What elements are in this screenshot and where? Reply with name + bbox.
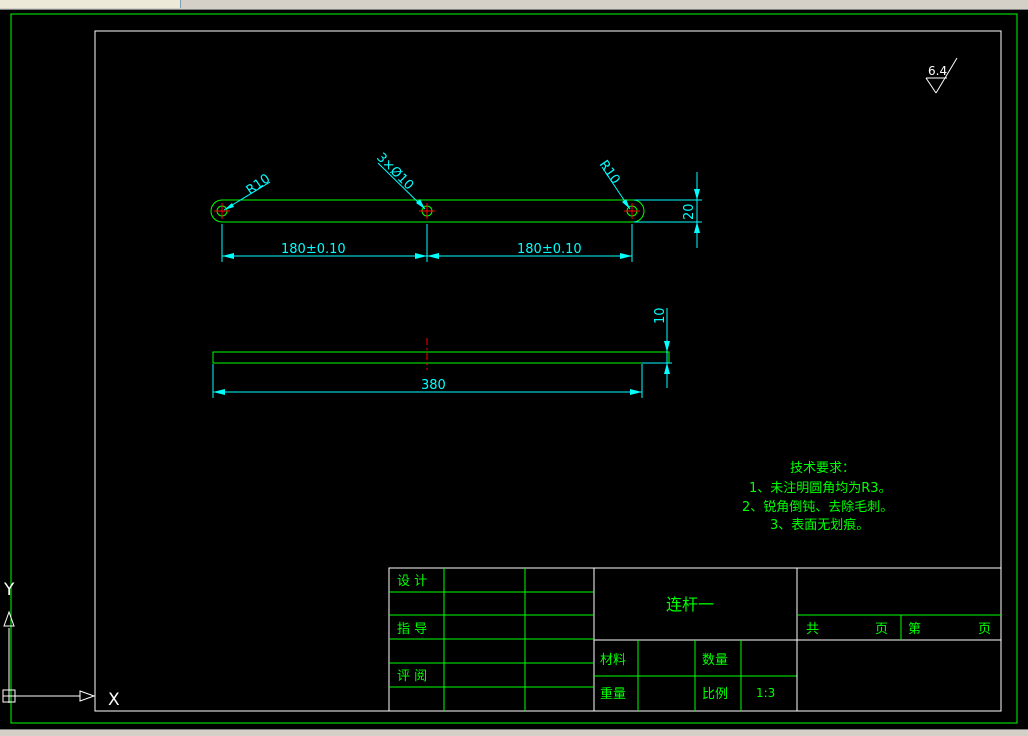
tech-line-1: 1、未注明圆角均为R3。 [749, 481, 892, 496]
label-quantity: 数量 [702, 653, 728, 668]
tech-title: 技术要求： [790, 461, 855, 476]
link-side-view [212, 338, 670, 370]
leader-r10-left: R10 [223, 171, 274, 211]
dim-180-left: 180±0.10 [221, 224, 428, 262]
svg-text:180±0.10: 180±0.10 [281, 242, 346, 257]
label-review: 评 阅 [397, 669, 427, 684]
title-block [388, 567, 1002, 712]
label-weight: 重量 [600, 686, 626, 702]
surface-finish-value: 6.4 [928, 64, 947, 78]
label-page-1: 页 [875, 622, 888, 637]
technical-requirements: 技术要求： 1、未注明圆角均为R3。 2、锐角倒钝、去除毛刺。 3、表面无划痕。 [742, 461, 893, 533]
toolbar-tab-edge [0, 0, 181, 8]
svg-text:380: 380 [421, 378, 446, 393]
leader-r10-right: R10 [596, 158, 631, 210]
label-material: 材料 [600, 653, 626, 668]
svg-text:R10: R10 [244, 171, 274, 198]
svg-text:20: 20 [682, 203, 697, 220]
part-name: 连杆一 [666, 595, 714, 614]
outer-frame [10, 13, 1018, 724]
ucs-icon: Y X [2, 580, 120, 710]
tech-line-2: 2、锐角倒钝、去除毛刺。 [742, 500, 893, 515]
link-front-view [210, 199, 645, 223]
dim-180-right: 180±0.10 [427, 224, 633, 262]
inner-frame [94, 30, 1002, 712]
label-page-2: 页 [978, 622, 991, 637]
svg-text:R10: R10 [596, 158, 623, 188]
surface-finish-symbol: 6.4 [925, 57, 958, 94]
tech-line-3: 3、表面无划痕。 [770, 517, 869, 533]
svg-text:10: 10 [653, 307, 668, 324]
svg-text:180±0.10: 180±0.10 [517, 242, 582, 257]
scale-value: 1:3 [756, 686, 775, 700]
cad-drawing-canvas[interactable]: 6.4 R10 3×Ø10 R10 20 180±0.10 180±0.10 1… [0, 10, 1028, 729]
window-top-strip [0, 0, 1028, 10]
svg-text:3×Ø10: 3×Ø10 [373, 150, 416, 193]
title-block-text: 设 计 指 导 评 阅 连杆一 材料 数量 重量 比例 1:3 共 页 第 页 [397, 574, 991, 702]
label-sheet: 第 [908, 622, 921, 637]
ucs-x-label: X [108, 690, 120, 710]
label-total: 共 [806, 622, 819, 637]
label-guide: 指 导 [397, 622, 427, 637]
dim-height-10: 10 [642, 307, 672, 388]
label-design: 设 计 [397, 574, 427, 589]
label-scale: 比例 [702, 687, 728, 702]
ucs-y-label: Y [3, 580, 15, 600]
